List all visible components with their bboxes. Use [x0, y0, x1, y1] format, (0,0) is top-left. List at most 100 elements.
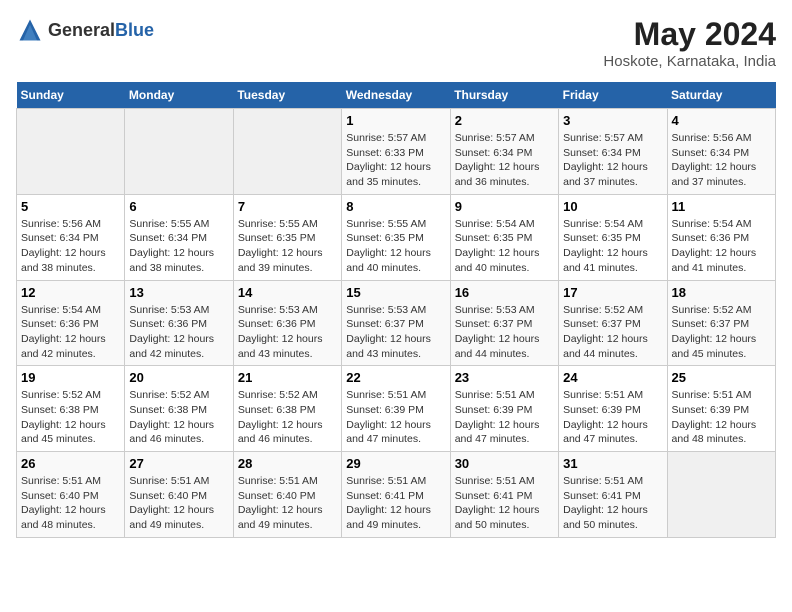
page-subtitle: Hoskote, Karnataka, India — [603, 53, 776, 70]
calendar-cell: 26Sunrise: 5:51 AM Sunset: 6:40 PM Dayli… — [17, 452, 125, 538]
day-number: 14 — [238, 285, 337, 300]
day-number: 1 — [346, 113, 445, 128]
calendar-cell: 6 Sunrise: 5:55 AM Sunset: 6:34 PM Daylig… — [125, 194, 233, 280]
day-number: 23 — [455, 370, 554, 385]
day-info: Sunrise: 5:53 AM Sunset: 6:36 PM Dayligh… — [129, 303, 228, 362]
day-number: 7 — [238, 199, 337, 214]
calendar-cell: 9 Sunrise: 5:54 AM Sunset: 6:35 PM Daylig… — [450, 194, 558, 280]
calendar-week-4: 19Sunrise: 5:52 AM Sunset: 6:38 PM Dayli… — [17, 366, 776, 452]
day-info: Sunrise: 5:57 AM Sunset: 6:34 PM Dayligh… — [563, 131, 662, 190]
calendar-cell: 30 Sunrise: 5:51 AM Sunset: 6:41 PM Dayli… — [450, 452, 558, 538]
calendar-cell — [125, 109, 233, 195]
calendar-cell: 1 Sunrise: 5:57 AM Sunset: 6:33 PM Daylig… — [342, 109, 450, 195]
day-number: 24 — [563, 370, 662, 385]
day-number: 29 — [346, 456, 445, 471]
day-number: 12 — [21, 285, 120, 300]
calendar-cell: 18 Sunrise: 5:52 AM Sunset: 6:37 PM Dayli… — [667, 280, 775, 366]
day-info: Sunrise: 5:53 AM Sunset: 6:36 PM Dayligh… — [238, 303, 337, 362]
day-info: Sunrise: 5:54 AM Sunset: 6:35 PM Dayligh… — [563, 217, 662, 276]
day-info: Sunrise: 5:57 AM Sunset: 6:34 PM Dayligh… — [455, 131, 554, 190]
calendar-week-2: 5Sunrise: 5:56 AM Sunset: 6:34 PM Daylig… — [17, 194, 776, 280]
day-info: Sunrise: 5:56 AM Sunset: 6:34 PM Dayligh… — [21, 217, 120, 276]
day-number: 11 — [672, 199, 771, 214]
calendar-body: 1 Sunrise: 5:57 AM Sunset: 6:33 PM Daylig… — [17, 109, 776, 538]
calendar-cell — [233, 109, 341, 195]
calendar-cell: 20 Sunrise: 5:52 AM Sunset: 6:38 PM Dayli… — [125, 366, 233, 452]
day-info: Sunrise: 5:52 AM Sunset: 6:37 PM Dayligh… — [563, 303, 662, 362]
day-of-week-wednesday: Wednesday — [342, 82, 450, 109]
day-number: 30 — [455, 456, 554, 471]
day-info: Sunrise: 5:51 AM Sunset: 6:41 PM Dayligh… — [563, 474, 662, 533]
day-info: Sunrise: 5:52 AM Sunset: 6:38 PM Dayligh… — [129, 388, 228, 447]
day-number: 2 — [455, 113, 554, 128]
calendar-cell: 23 Sunrise: 5:51 AM Sunset: 6:39 PM Dayli… — [450, 366, 558, 452]
calendar-header: SundayMondayTuesdayWednesdayThursdayFrid… — [17, 82, 776, 109]
day-number: 17 — [563, 285, 662, 300]
day-number: 3 — [563, 113, 662, 128]
day-number: 15 — [346, 285, 445, 300]
page-title: May 2024 — [603, 16, 776, 53]
day-info: Sunrise: 5:51 AM Sunset: 6:39 PM Dayligh… — [455, 388, 554, 447]
calendar-cell: 8Sunrise: 5:55 AM Sunset: 6:35 PM Daylig… — [342, 194, 450, 280]
calendar-week-3: 12 Sunrise: 5:54 AM Sunset: 6:36 PM Dayli… — [17, 280, 776, 366]
page-header: GeneralBlue May 2024 Hoskote, Karnataka,… — [16, 16, 776, 70]
day-of-week-friday: Friday — [559, 82, 667, 109]
calendar-table: SundayMondayTuesdayWednesdayThursdayFrid… — [16, 82, 776, 538]
calendar-cell: 27 Sunrise: 5:51 AM Sunset: 6:40 PM Dayli… — [125, 452, 233, 538]
calendar-cell: 10 Sunrise: 5:54 AM Sunset: 6:35 PM Dayli… — [559, 194, 667, 280]
day-number: 21 — [238, 370, 337, 385]
calendar-cell: 7 Sunrise: 5:55 AM Sunset: 6:35 PM Daylig… — [233, 194, 341, 280]
day-number: 27 — [129, 456, 228, 471]
day-of-week-sunday: Sunday — [17, 82, 125, 109]
logo-blue: Blue — [115, 20, 154, 40]
day-info: Sunrise: 5:54 AM Sunset: 6:36 PM Dayligh… — [21, 303, 120, 362]
day-info: Sunrise: 5:52 AM Sunset: 6:38 PM Dayligh… — [21, 388, 120, 447]
day-number: 6 — [129, 199, 228, 214]
day-info: Sunrise: 5:54 AM Sunset: 6:35 PM Dayligh… — [455, 217, 554, 276]
day-number: 9 — [455, 199, 554, 214]
calendar-cell: 17 Sunrise: 5:52 AM Sunset: 6:37 PM Dayli… — [559, 280, 667, 366]
logo-icon — [16, 16, 44, 44]
calendar-cell: 24 Sunrise: 5:51 AM Sunset: 6:39 PM Dayli… — [559, 366, 667, 452]
calendar-cell: 2 Sunrise: 5:57 AM Sunset: 6:34 PM Daylig… — [450, 109, 558, 195]
day-number: 22 — [346, 370, 445, 385]
day-info: Sunrise: 5:51 AM Sunset: 6:40 PM Dayligh… — [238, 474, 337, 533]
calendar-cell: 25 Sunrise: 5:51 AM Sunset: 6:39 PM Dayli… — [667, 366, 775, 452]
day-number: 25 — [672, 370, 771, 385]
day-info: Sunrise: 5:52 AM Sunset: 6:37 PM Dayligh… — [672, 303, 771, 362]
day-of-week-saturday: Saturday — [667, 82, 775, 109]
day-info: Sunrise: 5:56 AM Sunset: 6:34 PM Dayligh… — [672, 131, 771, 190]
day-number: 20 — [129, 370, 228, 385]
day-info: Sunrise: 5:51 AM Sunset: 6:39 PM Dayligh… — [346, 388, 445, 447]
calendar-cell: 29Sunrise: 5:51 AM Sunset: 6:41 PM Dayli… — [342, 452, 450, 538]
day-of-week-thursday: Thursday — [450, 82, 558, 109]
calendar-week-5: 26Sunrise: 5:51 AM Sunset: 6:40 PM Dayli… — [17, 452, 776, 538]
calendar-cell: 15Sunrise: 5:53 AM Sunset: 6:37 PM Dayli… — [342, 280, 450, 366]
calendar-cell — [17, 109, 125, 195]
calendar-cell: 19Sunrise: 5:52 AM Sunset: 6:38 PM Dayli… — [17, 366, 125, 452]
day-number: 18 — [672, 285, 771, 300]
day-number: 8 — [346, 199, 445, 214]
day-number: 10 — [563, 199, 662, 214]
calendar-week-1: 1 Sunrise: 5:57 AM Sunset: 6:33 PM Daylig… — [17, 109, 776, 195]
day-info: Sunrise: 5:57 AM Sunset: 6:33 PM Dayligh… — [346, 131, 445, 190]
day-number: 4 — [672, 113, 771, 128]
day-info: Sunrise: 5:51 AM Sunset: 6:41 PM Dayligh… — [455, 474, 554, 533]
day-of-week-monday: Monday — [125, 82, 233, 109]
logo-text: GeneralBlue — [48, 20, 154, 41]
day-info: Sunrise: 5:51 AM Sunset: 6:40 PM Dayligh… — [129, 474, 228, 533]
day-info: Sunrise: 5:53 AM Sunset: 6:37 PM Dayligh… — [455, 303, 554, 362]
logo-general: General — [48, 20, 115, 40]
day-info: Sunrise: 5:51 AM Sunset: 6:40 PM Dayligh… — [21, 474, 120, 533]
day-info: Sunrise: 5:55 AM Sunset: 6:35 PM Dayligh… — [238, 217, 337, 276]
calendar-cell: 28 Sunrise: 5:51 AM Sunset: 6:40 PM Dayli… — [233, 452, 341, 538]
calendar-cell: 13 Sunrise: 5:53 AM Sunset: 6:36 PM Dayli… — [125, 280, 233, 366]
day-number: 28 — [238, 456, 337, 471]
day-number: 13 — [129, 285, 228, 300]
calendar-cell: 22 Sunrise: 5:51 AM Sunset: 6:39 PM Dayli… — [342, 366, 450, 452]
day-info: Sunrise: 5:51 AM Sunset: 6:39 PM Dayligh… — [672, 388, 771, 447]
day-info: Sunrise: 5:51 AM Sunset: 6:39 PM Dayligh… — [563, 388, 662, 447]
day-of-week-tuesday: Tuesday — [233, 82, 341, 109]
title-block: May 2024 Hoskote, Karnataka, India — [603, 16, 776, 70]
day-info: Sunrise: 5:55 AM Sunset: 6:34 PM Dayligh… — [129, 217, 228, 276]
